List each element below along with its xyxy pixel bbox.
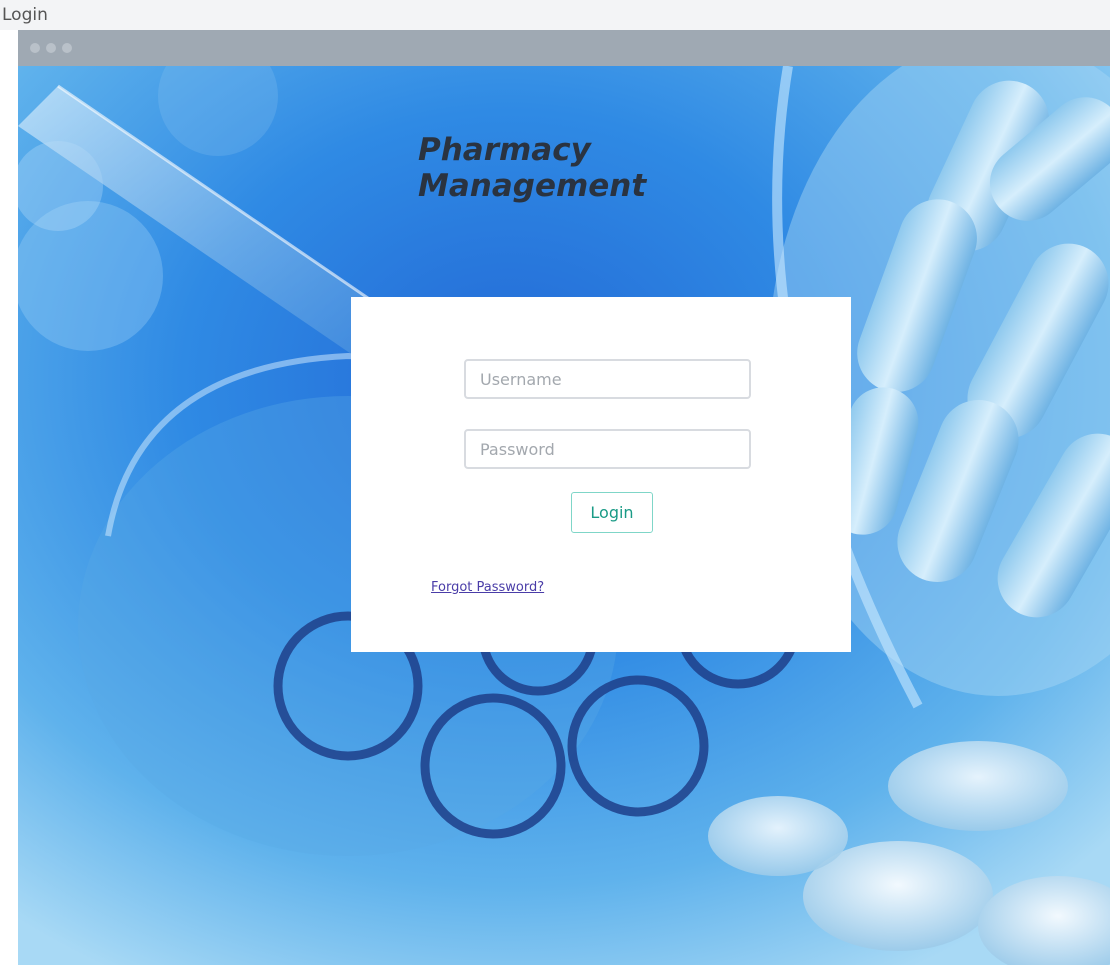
window-close-icon[interactable] <box>30 43 40 53</box>
app-window: Pharmacy Management Login Forgot Passwor… <box>18 30 1110 965</box>
background-image: Pharmacy Management Login Forgot Passwor… <box>18 66 1110 965</box>
password-input[interactable] <box>464 429 751 469</box>
window-minimize-icon[interactable] <box>46 43 56 53</box>
window-chrome <box>18 30 1110 66</box>
forgot-password-link[interactable]: Forgot Password? <box>431 580 544 595</box>
username-input[interactable] <box>464 359 751 399</box>
app-title: Pharmacy Management <box>418 132 647 204</box>
window-title: Login <box>0 0 1110 30</box>
window-maximize-icon[interactable] <box>62 43 72 53</box>
login-button[interactable]: Login <box>571 492 653 533</box>
login-card: Login Forgot Password? <box>351 297 851 652</box>
